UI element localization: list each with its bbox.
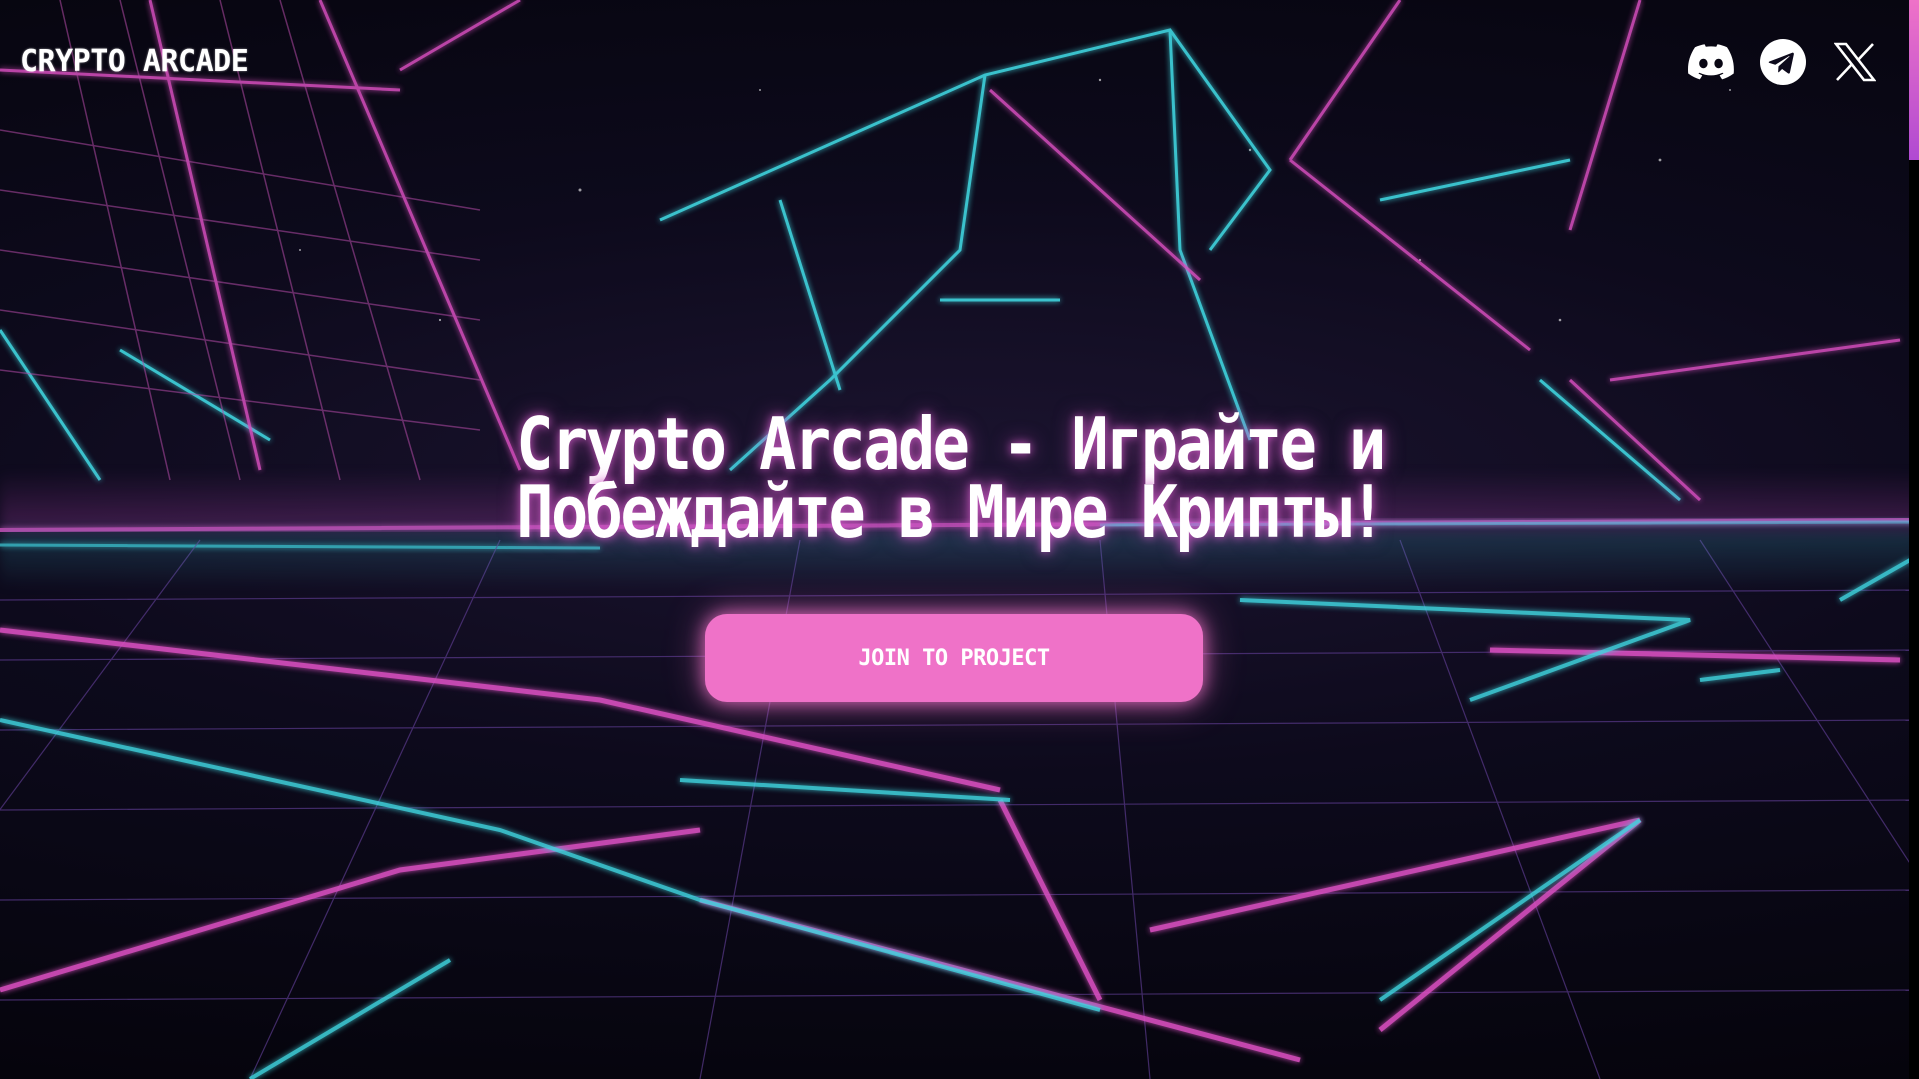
hero-title-line-2: Побеждайте в Мире Крипты! <box>516 470 1386 554</box>
hero-title-line-1: Crypto Arcade - Играйте и <box>516 402 1386 486</box>
x-icon <box>1834 42 1876 82</box>
discord-link[interactable] <box>1687 38 1735 86</box>
scrollbar-track[interactable] <box>1909 0 1919 1079</box>
x-link[interactable] <box>1831 38 1879 86</box>
scrollbar-thumb[interactable] <box>1909 0 1919 160</box>
join-project-button-label: JOIN TO PROJECT <box>858 645 1050 671</box>
telegram-icon <box>1760 39 1806 85</box>
social-links <box>1687 38 1879 86</box>
hero-title: Crypto Arcade - Играйте и Побеждайте в М… <box>133 402 1767 554</box>
telegram-link[interactable] <box>1759 38 1807 86</box>
join-project-button[interactable]: JOIN TO PROJECT <box>705 614 1203 702</box>
discord-icon <box>1688 44 1734 80</box>
site-logo[interactable]: CRYPTO ARCADE <box>20 44 249 79</box>
landing-page: CRYPTO ARCADE Crypto Arcade - Играйте и … <box>0 0 1919 1079</box>
